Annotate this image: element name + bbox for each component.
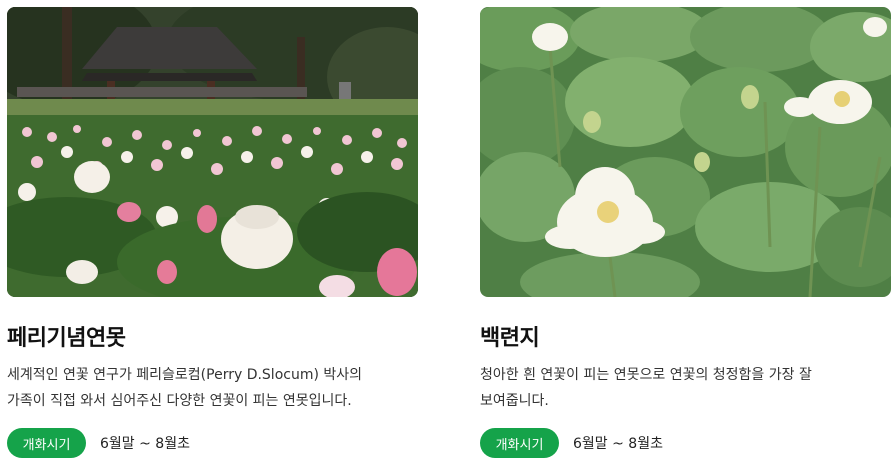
bloom-season-badge: 개화시기 xyxy=(480,428,559,458)
lotus-pond-card-perry[interactable]: 페리기념연못 세계적인 연꽃 연구가 페리슬로컴(Perry D.Slocum)… xyxy=(7,7,419,458)
card-description: 세계적인 연꽃 연구가 페리슬로컴(Perry D.Slocum) 박사의 가족… xyxy=(7,362,417,414)
lotus-pond-card-white-lotus[interactable]: 백련지 청아한 흰 연꽃이 피는 연못으로 연꽃의 청정함을 가장 잘 보여줍니… xyxy=(480,7,892,458)
bloom-info: 개화시기 6월말 ~ 8월초 xyxy=(7,428,190,458)
description-line: 세계적인 연꽃 연구가 페리슬로컴(Perry D.Slocum) 박사의 xyxy=(7,367,363,383)
bloom-period: 6월말 ~ 8월초 xyxy=(573,436,663,452)
bloom-info: 개화시기 6월말 ~ 8월초 xyxy=(480,428,663,458)
bloom-period: 6월말 ~ 8월초 xyxy=(100,436,190,452)
description-line: 청아한 흰 연꽃이 피는 연못으로 연꽃의 청정함을 가장 잘 xyxy=(480,367,812,383)
card-title: 페리기념연못 xyxy=(7,326,126,351)
white-lotus-pond-photo[interactable] xyxy=(480,7,891,297)
bloom-season-badge: 개화시기 xyxy=(7,428,86,458)
card-title: 백련지 xyxy=(480,326,540,351)
perry-pond-photo[interactable] xyxy=(7,7,418,297)
description-line: 보여줍니다. xyxy=(480,393,549,409)
description-line: 가족이 직접 와서 심어주신 다양한 연꽃이 피는 연못입니다. xyxy=(7,393,352,409)
card-description: 청아한 흰 연꽃이 피는 연못으로 연꽃의 청정함을 가장 잘 보여줍니다. xyxy=(480,362,890,414)
